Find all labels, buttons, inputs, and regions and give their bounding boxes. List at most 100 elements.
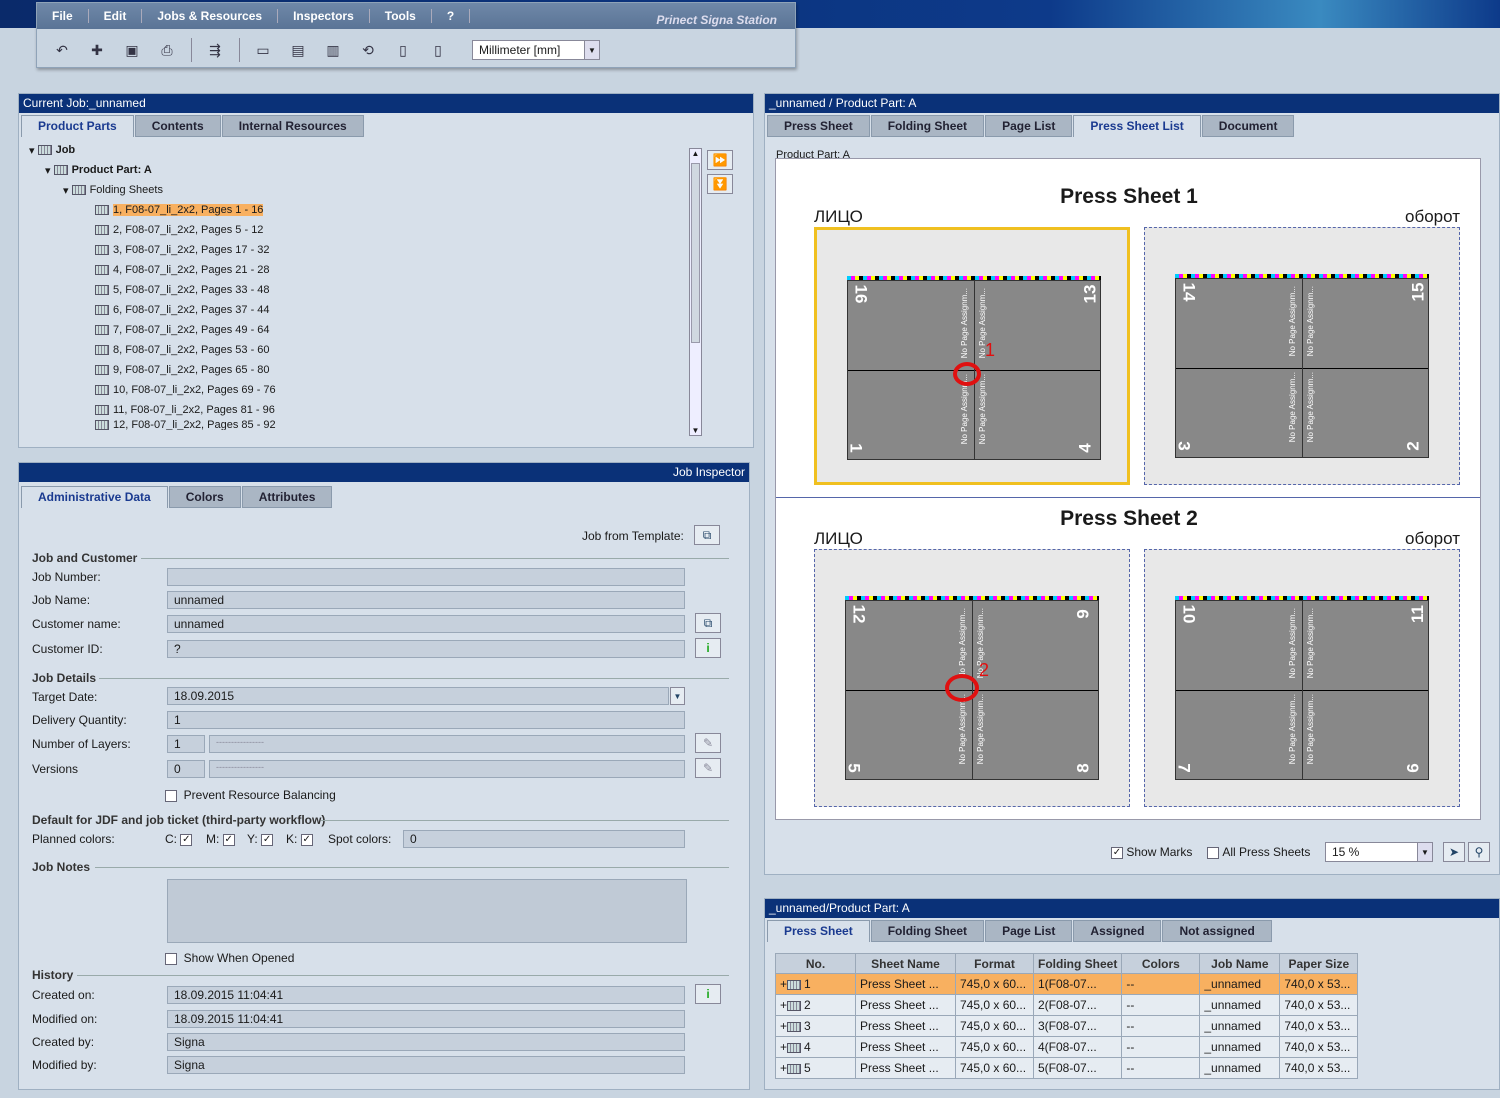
undo-icon[interactable]: ↶: [51, 39, 73, 61]
tab-attributes[interactable]: Attributes: [241, 486, 333, 508]
color-c-checkbox[interactable]: ✓: [180, 833, 193, 846]
tab-product-parts[interactable]: Product Parts: [21, 115, 134, 137]
layout-icon[interactable]: ▥: [322, 39, 344, 61]
tree-node-folding-sheets[interactable]: ▾ Folding Sheets: [29, 180, 691, 200]
tree-item[interactable]: 7, F08-07_li_2x2, Pages 49 - 64: [29, 320, 691, 340]
save-icon[interactable]: ▣: [121, 39, 143, 61]
job-number-field[interactable]: [167, 568, 685, 586]
sheet-view-icon[interactable]: ▭: [252, 39, 274, 61]
table-row[interactable]: +3 Press Sheet ... 745,0 x 60... 3(F08-0…: [775, 1015, 1359, 1037]
layers-select[interactable]: ----------------: [209, 735, 685, 753]
show-when-opened-checkbox[interactable]: [165, 952, 177, 965]
tree-item[interactable]: 3, F08-07_li_2x2, Pages 17 - 32: [29, 240, 691, 260]
print-icon[interactable]: ⎙: [156, 39, 178, 61]
tab-press-sheet[interactable]: Press Sheet: [767, 920, 870, 942]
tab-page-list[interactable]: Page List: [985, 115, 1073, 137]
prevent-balancing-option[interactable]: Prevent Resource Balancing: [165, 788, 336, 802]
tab-internal-resources[interactable]: Internal Resources: [221, 115, 364, 137]
expand-icon[interactable]: ▾: [63, 184, 72, 197]
versions-field[interactable]: 0: [167, 760, 205, 778]
column-header[interactable]: Folding Sheet: [1032, 953, 1123, 974]
column-header[interactable]: Job Name: [1199, 953, 1281, 974]
chevron-down-icon[interactable]: ▼: [584, 41, 599, 59]
all-press-sheets-checkbox[interactable]: [1207, 846, 1219, 859]
tree-item[interactable]: 2, F08-07_li_2x2, Pages 5 - 12: [29, 220, 691, 240]
tab-press-sheet-list[interactable]: Press Sheet List: [1073, 115, 1201, 137]
tree-item[interactable]: 12, F08-07_li_2x2, Pages 85 - 92: [29, 420, 691, 430]
scroll-thumb[interactable]: [691, 163, 700, 343]
column-header[interactable]: Sheet Name: [855, 953, 956, 974]
tab-administrative-data[interactable]: Administrative Data: [21, 486, 168, 508]
table-row[interactable]: +1 Press Sheet ... 745,0 x 60... 1(F08-0…: [775, 973, 1359, 995]
menu-help[interactable]: ?: [432, 9, 471, 23]
job-notes-textarea[interactable]: [167, 879, 687, 943]
output-icon[interactable]: ⇶: [204, 39, 226, 61]
delivery-quantity-field[interactable]: 1: [167, 711, 685, 729]
menu-jobs-resources[interactable]: Jobs & Resources: [142, 9, 279, 23]
edit-icon[interactable]: ✎: [695, 733, 721, 753]
expand-icon[interactable]: ▾: [29, 144, 38, 157]
table-row[interactable]: +2 Press Sheet ... 745,0 x 60... 2(F08-0…: [775, 994, 1359, 1016]
chevron-down-icon[interactable]: ▼: [670, 687, 685, 705]
frame-icon[interactable]: ▯: [392, 39, 414, 61]
sheet-front[interactable]: 12 9 5 8 No Page Assignm... No Page Assi…: [814, 549, 1130, 807]
prevent-balancing-checkbox[interactable]: [165, 789, 177, 802]
tree-node-product-part[interactable]: ▾ Product Part: A: [29, 160, 691, 180]
table-row[interactable]: +5 Press Sheet ... 745,0 x 60... 5(F08-0…: [775, 1057, 1359, 1079]
menu-inspectors[interactable]: Inspectors: [278, 9, 370, 23]
rotate-icon[interactable]: ⟲: [357, 39, 379, 61]
show-marks-option[interactable]: ✓ Show Marks: [1111, 845, 1192, 859]
template-icon[interactable]: ⧉: [694, 525, 720, 545]
color-c[interactable]: C: ✓: [165, 832, 193, 846]
color-m-checkbox[interactable]: ✓: [222, 833, 235, 846]
pointer-icon[interactable]: ➤: [1443, 842, 1465, 862]
tree-item[interactable]: 9, F08-07_li_2x2, Pages 65 - 80: [29, 360, 691, 380]
layers-field[interactable]: 1: [167, 735, 205, 753]
zoom-select[interactable]: 15 % ▼: [1325, 842, 1433, 862]
tab-folding-sheet[interactable]: Folding Sheet: [870, 115, 985, 137]
fast-forward-icon[interactable]: ⏩: [707, 150, 733, 170]
customer-select-icon[interactable]: ⧉: [695, 613, 721, 633]
tab-contents[interactable]: Contents: [134, 115, 221, 137]
tab-page-list[interactable]: Page List: [985, 920, 1073, 942]
spot-colors-field[interactable]: 0: [403, 830, 685, 848]
all-press-sheets-option[interactable]: All Press Sheets: [1207, 845, 1310, 859]
tab-not-assigned[interactable]: Not assigned: [1162, 920, 1272, 942]
color-m[interactable]: M: ✓: [206, 832, 235, 846]
units-select[interactable]: Millimeter [mm] ▼: [472, 40, 600, 60]
customer-name-field[interactable]: unnamed: [167, 615, 685, 633]
tree-item[interactable]: 8, F08-07_li_2x2, Pages 53 - 60: [29, 340, 691, 360]
tree-item[interactable]: 11, F08-07_li_2x2, Pages 81 - 96: [29, 400, 691, 420]
page-icon[interactable]: ▤: [287, 39, 309, 61]
sheet-back[interactable]: 10 11 7 6 No Page Assignm... No Page Ass…: [1144, 549, 1460, 807]
scroll-down-icon[interactable]: ▼: [690, 426, 701, 435]
column-header[interactable]: Format: [955, 953, 1034, 974]
sheet-back[interactable]: 14 15 3 2 No Page Assignm... No Page Ass…: [1144, 227, 1460, 485]
column-header[interactable]: No.: [775, 953, 856, 974]
tree-item[interactable]: 6, F08-07_li_2x2, Pages 37 - 44: [29, 300, 691, 320]
color-k-checkbox[interactable]: ✓: [300, 833, 313, 846]
expand-icon[interactable]: ▾: [45, 164, 54, 177]
color-y-checkbox[interactable]: ✓: [261, 833, 274, 846]
edit-icon[interactable]: ✎: [695, 758, 721, 778]
show-marks-checkbox[interactable]: ✓: [1111, 846, 1123, 859]
zoom-icon[interactable]: ⚲: [1468, 842, 1490, 862]
column-header[interactable]: Paper Size: [1279, 953, 1359, 974]
tree-item[interactable]: 5, F08-07_li_2x2, Pages 33 - 48: [29, 280, 691, 300]
info-icon[interactable]: i: [695, 984, 721, 1004]
column-header[interactable]: Colors: [1121, 953, 1201, 974]
collapse-down-icon[interactable]: ⏬: [707, 174, 733, 194]
tree-item[interactable]: 1, F08-07_li_2x2, Pages 1 - 16: [29, 200, 691, 220]
tab-document[interactable]: Document: [1201, 115, 1295, 137]
customer-id-field[interactable]: ?: [167, 640, 685, 658]
info-icon[interactable]: i: [695, 638, 721, 658]
color-k[interactable]: K: ✓: [286, 832, 313, 846]
tab-assigned[interactable]: Assigned: [1073, 920, 1162, 942]
tree-node-job[interactable]: ▾ Job: [29, 140, 691, 160]
tree-item[interactable]: 10, F08-07_li_2x2, Pages 69 - 76: [29, 380, 691, 400]
document-icon[interactable]: ▯: [427, 39, 449, 61]
chevron-down-icon[interactable]: ▼: [1417, 843, 1432, 861]
sheet-front[interactable]: 16 13 1 4 No Page Assignm... No Page Ass…: [814, 227, 1130, 485]
menu-tools[interactable]: Tools: [370, 9, 432, 23]
job-name-field[interactable]: unnamed: [167, 591, 685, 609]
